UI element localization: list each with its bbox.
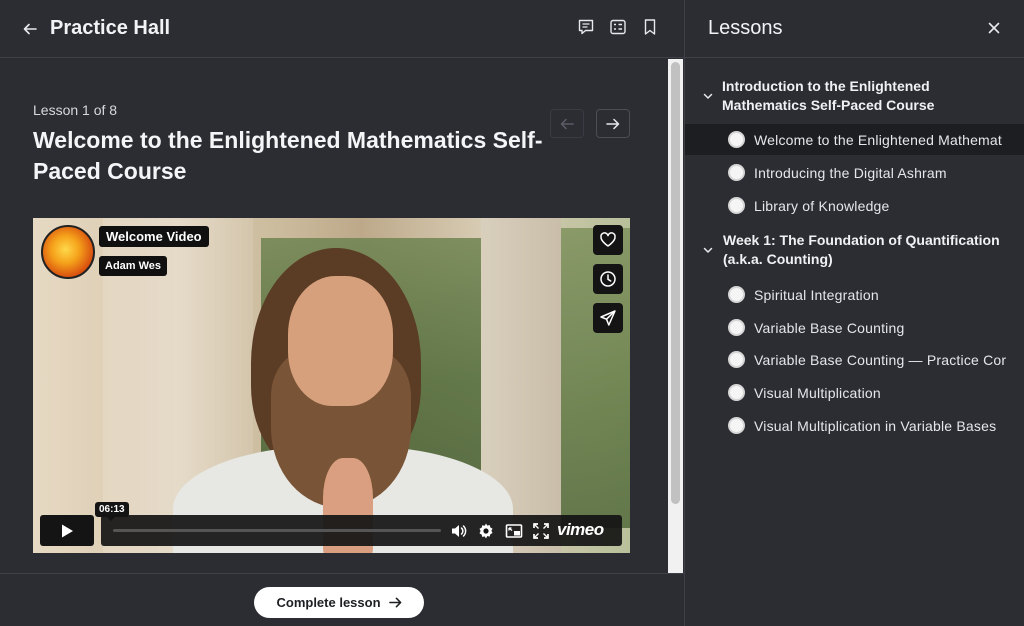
lesson-status-radio[interactable]	[728, 417, 745, 434]
send-icon	[600, 310, 616, 326]
comment-icon	[578, 19, 594, 35]
watch-later-button[interactable]	[593, 264, 623, 294]
lesson-item-digital-ashram[interactable]: Introducing the Digital Ashram	[685, 157, 1024, 188]
lesson-content: Lesson 1 of 8 Welcome to the Enlightened…	[0, 59, 668, 573]
clock-icon	[600, 271, 616, 287]
lesson-item-label: Variable Base Counting — Practice Cor	[754, 351, 1007, 368]
lesson-item-label: Library of Knowledge	[754, 197, 890, 214]
volume-icon	[452, 525, 467, 537]
lesson-status-radio[interactable]	[728, 164, 745, 181]
next-lesson-button[interactable]	[596, 109, 630, 138]
arrow-right-icon	[388, 597, 401, 608]
previous-lesson-button[interactable]	[550, 109, 584, 138]
app-title: Practice Hall	[50, 17, 171, 39]
gear-icon	[479, 523, 493, 539]
lessons-sidebar: Lessons Introduction to the Enlightened …	[684, 0, 1024, 626]
back-button[interactable]	[20, 19, 40, 39]
sidebar-header: Lessons	[685, 0, 1024, 58]
section-title: Week 1: The Foundation of Quantification…	[723, 232, 1000, 267]
pip-icon	[505, 524, 523, 538]
checklist-icon	[610, 19, 626, 35]
comments-button[interactable]	[576, 17, 596, 37]
video-progress-bar[interactable]	[113, 529, 441, 532]
lesson-counter: Lesson 1 of 8	[33, 102, 118, 118]
channel-avatar[interactable]	[41, 225, 95, 279]
presenter-face	[288, 276, 393, 406]
lesson-item-label: Introducing the Digital Ashram	[754, 164, 947, 181]
complete-lesson-button[interactable]: Complete lesson	[254, 587, 424, 618]
lesson-status-radio[interactable]	[728, 286, 745, 303]
lesson-item-label: Welcome to the Enlightened Mathemat	[754, 131, 1002, 148]
lesson-item-visual-multiplication[interactable]: Visual Multiplication	[685, 377, 1024, 408]
close-sidebar-button[interactable]	[984, 18, 1004, 38]
lesson-status-radio[interactable]	[728, 197, 745, 214]
top-header: Practice Hall	[0, 0, 684, 58]
picture-in-picture-button[interactable]	[504, 521, 524, 541]
video-player[interactable]: Welcome Video Adam Wes 06:13 vimeo	[33, 218, 630, 553]
heart-icon	[600, 232, 616, 247]
arrow-left-icon	[23, 23, 37, 34]
chevron-down-icon	[703, 247, 713, 253]
notes-button[interactable]	[608, 17, 628, 37]
video-author-tag[interactable]: Adam Wes	[99, 256, 168, 276]
arrow-left-icon	[560, 118, 574, 129]
lesson-footer: Complete lesson	[0, 573, 684, 626]
lesson-status-radio[interactable]	[728, 351, 745, 368]
play-button[interactable]	[40, 515, 94, 546]
video-control-bar: vimeo	[101, 515, 622, 546]
lesson-status-radio[interactable]	[728, 131, 745, 148]
video-title-tag[interactable]: Welcome Video	[99, 226, 209, 247]
lesson-status-radio[interactable]	[728, 384, 745, 401]
chevron-down-icon	[703, 93, 713, 99]
header-actions	[576, 17, 660, 37]
lesson-item-counting-practice[interactable]: Variable Base Counting — Practice Cor	[685, 344, 1024, 375]
sidebar-title: Lessons	[708, 17, 783, 39]
play-icon	[62, 524, 73, 537]
lesson-status-radio[interactable]	[728, 319, 745, 336]
fullscreen-button[interactable]	[531, 521, 551, 541]
lesson-item-library[interactable]: Library of Knowledge	[685, 190, 1024, 221]
lesson-item-multiplication-variable-bases[interactable]: Visual Multiplication in Variable Bases	[685, 410, 1024, 441]
lesson-item-label: Spiritual Integration	[754, 286, 879, 303]
lesson-item-variable-base-counting[interactable]: Variable Base Counting	[685, 312, 1024, 343]
share-button[interactable]	[593, 303, 623, 333]
close-icon	[988, 22, 1000, 34]
fullscreen-icon	[533, 523, 549, 539]
volume-button[interactable]	[449, 521, 469, 541]
arrow-right-icon	[606, 118, 620, 129]
like-button[interactable]	[593, 225, 623, 255]
lesson-item-spiritual-integration[interactable]: Spiritual Integration	[685, 279, 1024, 310]
lesson-title: Welcome to the Enlightened Mathematics S…	[33, 127, 543, 184]
bookmark-button[interactable]	[640, 17, 660, 37]
content-scrollbar-thumb[interactable]	[671, 62, 680, 504]
section-header-introduction[interactable]: Introduction to the Enlightened Mathemat…	[685, 77, 1024, 117]
complete-lesson-label: Complete lesson	[276, 595, 381, 610]
video-controls: vimeo	[40, 515, 622, 546]
lesson-item-label: Visual Multiplication	[754, 384, 881, 401]
section-header-week-1[interactable]: Week 1: The Foundation of Quantification…	[685, 231, 1024, 271]
lesson-item-welcome[interactable]: Welcome to the Enlightened Mathemat	[685, 124, 1024, 155]
lesson-item-label: Variable Base Counting	[754, 319, 905, 336]
settings-button[interactable]	[476, 521, 496, 541]
lesson-item-label: Visual Multiplication in Variable Bases	[754, 417, 997, 434]
section-title: Introduction to the Enlightened Mathemat…	[722, 78, 935, 113]
bookmark-icon	[644, 19, 656, 35]
vimeo-logo[interactable]: vimeo	[557, 520, 604, 540]
